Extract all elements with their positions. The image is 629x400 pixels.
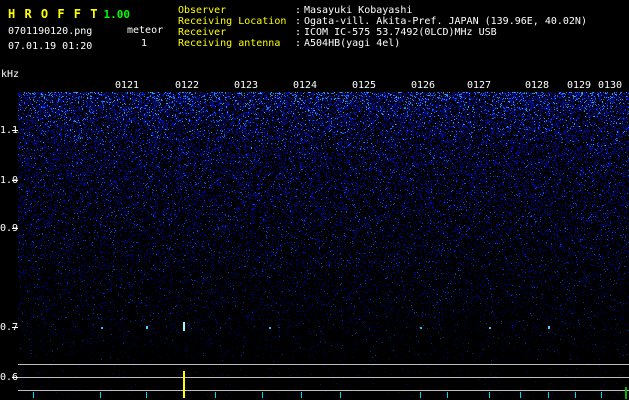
hrofft-window: H R O F F T1.00 0701190120.png meteor 07… <box>0 0 629 400</box>
spectrogram-canvas <box>0 0 629 400</box>
